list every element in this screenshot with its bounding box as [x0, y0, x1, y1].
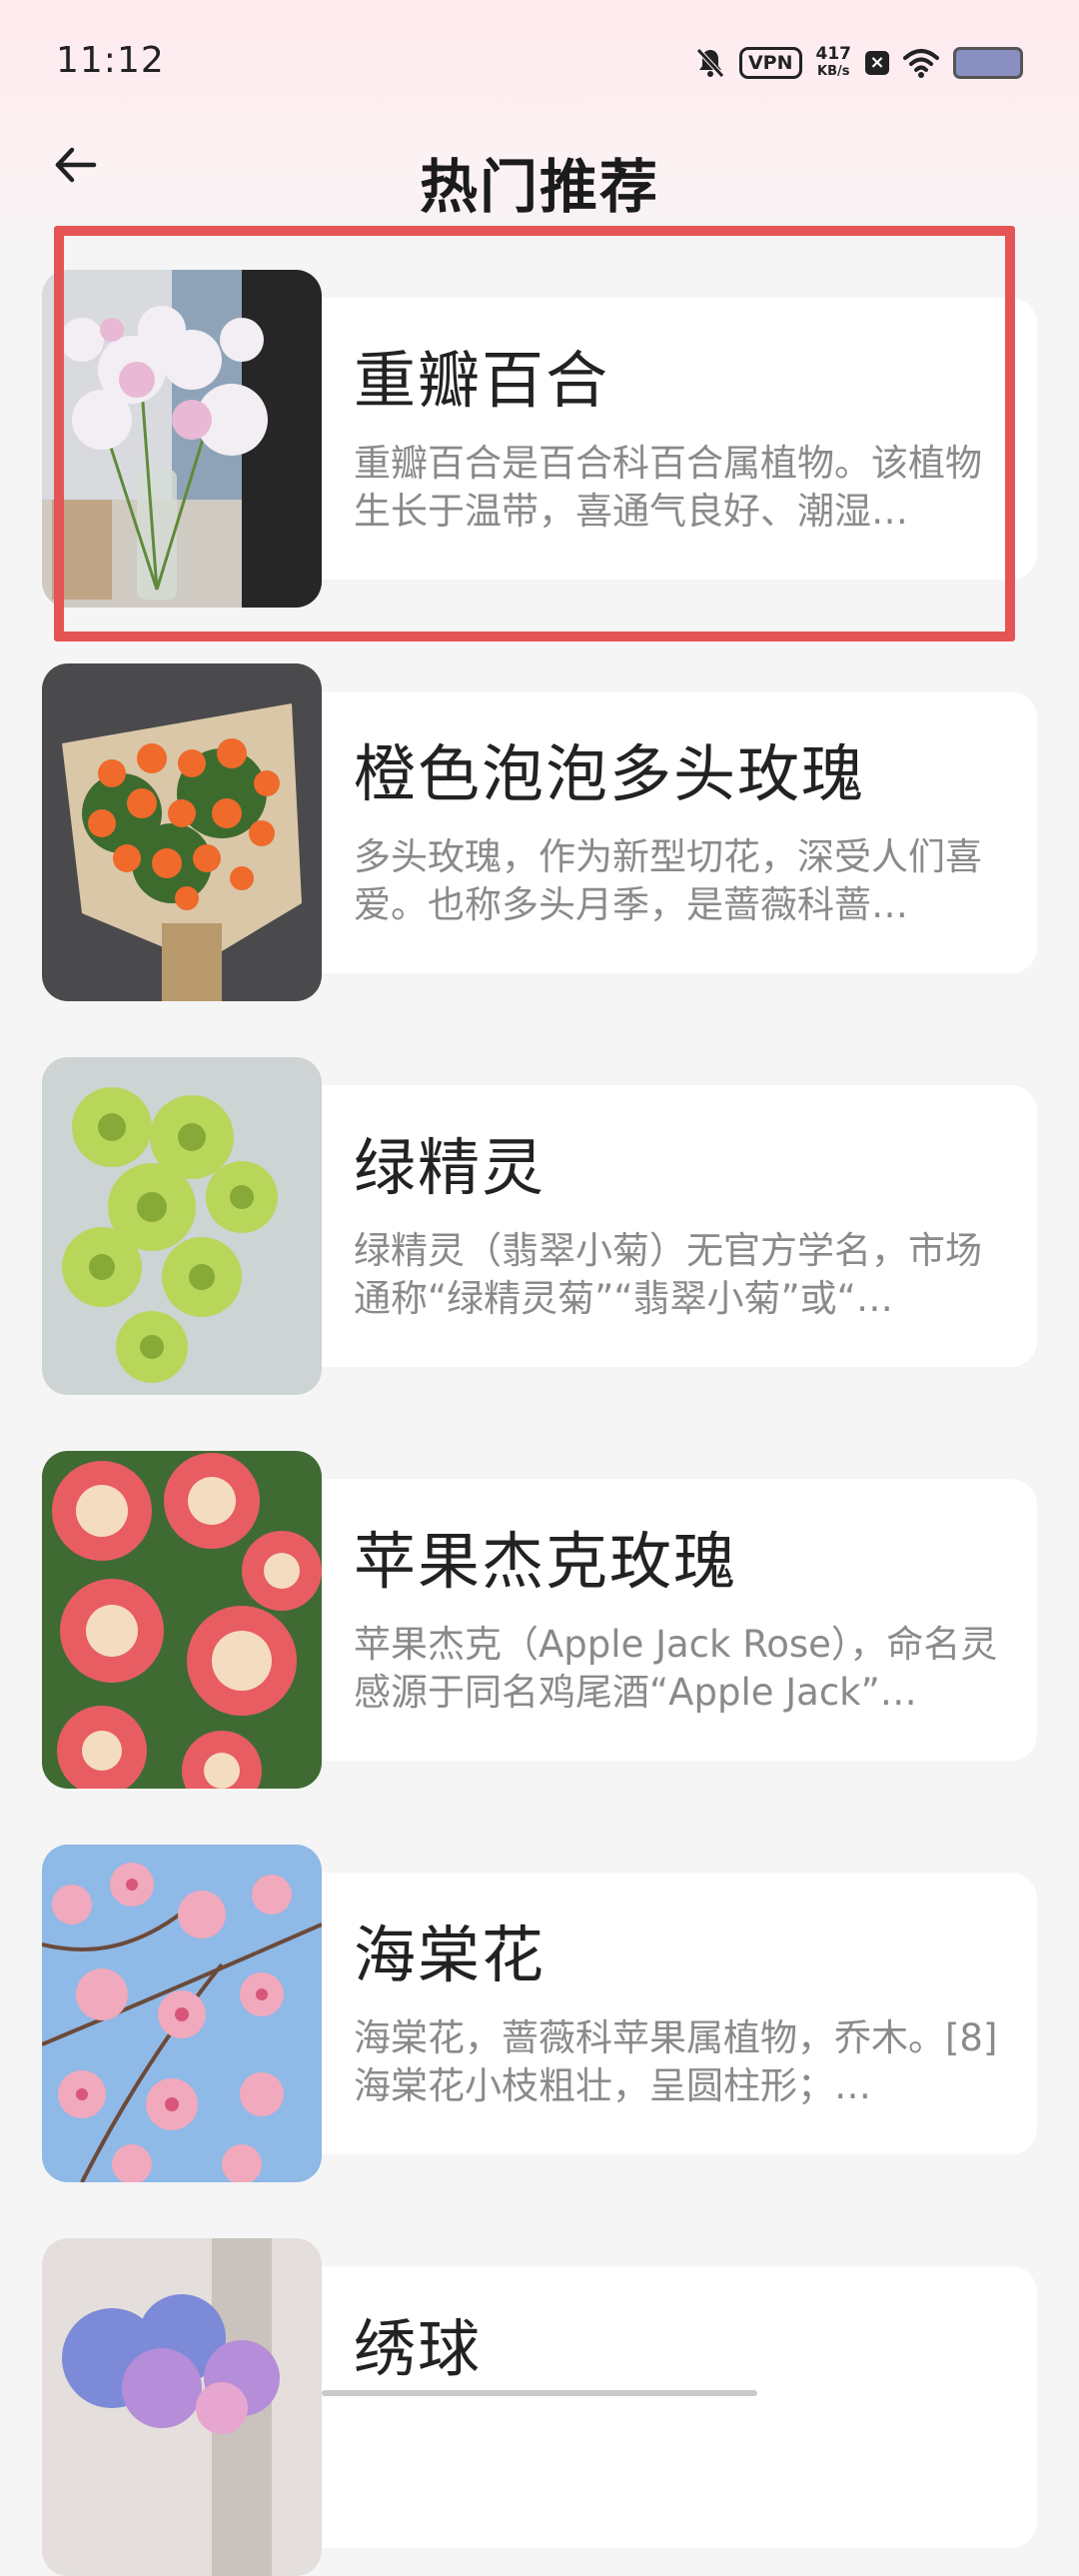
speed-unit: KB/s — [817, 64, 850, 79]
speed-value: 417 — [815, 44, 852, 64]
vpn-icon: VPN — [738, 47, 802, 79]
green-chrysanthemum-image — [42, 1057, 322, 1395]
item-title: 海棠花 — [354, 1919, 546, 1991]
battery-icon — [953, 47, 1023, 79]
page-title: 热门推荐 — [419, 153, 659, 221]
list-item[interactable]: 橙色泡泡多头玫瑰 多头玫瑰，作为新型切花，深受人们喜爱。也称多头月季，是蔷薇科蔷… — [42, 663, 1037, 1001]
list-item[interactable]: 绣球 — [42, 2238, 1037, 2576]
mute-bell-icon — [696, 48, 724, 78]
network-speed: 417 KB/s — [816, 46, 852, 80]
item-title: 橙色泡泡多头玫瑰 — [354, 737, 866, 810]
item-description: 绿精灵（翡翠小菊）无官方学名，市场通称“绿精灵菊”“翡翠小菊”或“… — [354, 1229, 982, 1320]
apple-jack-rose-image — [42, 1451, 322, 1789]
status-icons: VPN 417 KB/s × — [695, 40, 1023, 86]
item-title: 绿精灵 — [354, 1131, 546, 1204]
list-item[interactable]: 绿精灵 绿精灵（翡翠小菊）无官方学名，市场通称“绿精灵菊”“翡翠小菊”或“… — [42, 1057, 1037, 1395]
item-description: 多头玫瑰，作为新型切花，深受人们喜爱。也称多头月季，是蔷薇科蔷… — [354, 835, 982, 926]
wifi-icon — [903, 49, 939, 78]
list-item[interactable]: 重瓣百合 重瓣百合是百合科百合属植物。该植物生长于温带，喜通气良好、潮湿… — [42, 270, 1037, 608]
item-description: 重瓣百合是百合科百合属植物。该植物生长于温带，喜通气良好、潮湿… — [354, 442, 982, 533]
lily-bouquet-image — [42, 270, 322, 608]
close-box-icon: × — [865, 51, 889, 75]
orange-rose-bouquet-image — [42, 663, 322, 1001]
status-time: 11:12 — [56, 40, 165, 81]
hydrangea-image — [42, 2238, 322, 2576]
crabapple-blossom-image — [42, 1845, 322, 2182]
item-title: 绣球 — [354, 2312, 483, 2385]
item-title: 苹果杰克玫瑰 — [354, 1525, 738, 1598]
list-item[interactable]: 海棠花 海棠花，蔷薇科苹果属植物，乔木。[8]海棠花小枝粗壮，呈圆柱形；… — [42, 1845, 1037, 2182]
item-description: 海棠花，蔷薇科苹果属植物，乔木。[8]海棠花小枝粗壮，呈圆柱形；… — [354, 2016, 998, 2107]
item-description: 苹果杰克（Apple Jack Rose），命名灵感源于同名鸡尾酒“Apple … — [354, 1623, 998, 1714]
list-item[interactable]: 苹果杰克玫瑰 苹果杰克（Apple Jack Rose），命名灵感源于同名鸡尾酒… — [42, 1451, 1037, 1789]
item-title: 重瓣百合 — [354, 344, 610, 417]
home-indicator[interactable] — [322, 2390, 757, 2396]
